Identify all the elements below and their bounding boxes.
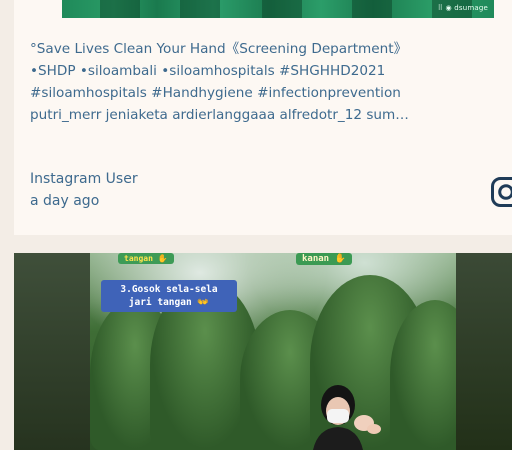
caption-line: #siloamhospitals #Handhygiene #infection… (30, 85, 401, 101)
overlay-step-line: jari tangan 👐 (128, 297, 210, 308)
overlay-step-line: 3.Gosok sela-sela (120, 284, 218, 295)
post-caption[interactable]: °Save Lives Clean Your Hand《Screening De… (30, 38, 500, 126)
instagram-icon[interactable] (490, 176, 512, 208)
overlay-label: tangan ✋ (118, 253, 174, 264)
instagram-post-card[interactable]: ⠿ ◉ dsumage °Save Lives Clean Your Hand《… (14, 0, 512, 235)
caption-line: °Save Lives Clean Your Hand《Screening De… (30, 41, 408, 57)
video-blur-left (14, 253, 90, 450)
person-figure (313, 385, 381, 450)
feed: ⠿ ◉ dsumage °Save Lives Clean Your Hand《… (0, 0, 512, 450)
post-image[interactable]: ⠿ ◉ dsumage (62, 0, 494, 18)
caption-line: •SHDP •siloambali •siloamhospitals #SHGH… (30, 63, 386, 79)
video-blur-right (456, 253, 512, 450)
overlay-label: kanan ✋ (296, 253, 352, 265)
caption-line: putri_merr jeniaketa ardierlanggaaa alfr… (30, 107, 409, 123)
image-watermark: ⠿ ◉ dsumage (437, 4, 488, 12)
video-post-card[interactable]: tangan ✋ kanan ✋ 3.Gosok sela-sela jari … (14, 253, 512, 450)
post-author[interactable]: Instagram User (30, 168, 138, 190)
overlay-step-label: 3.Gosok sela-sela jari tangan 👐 (101, 280, 237, 312)
post-timestamp: a day ago (30, 193, 100, 209)
